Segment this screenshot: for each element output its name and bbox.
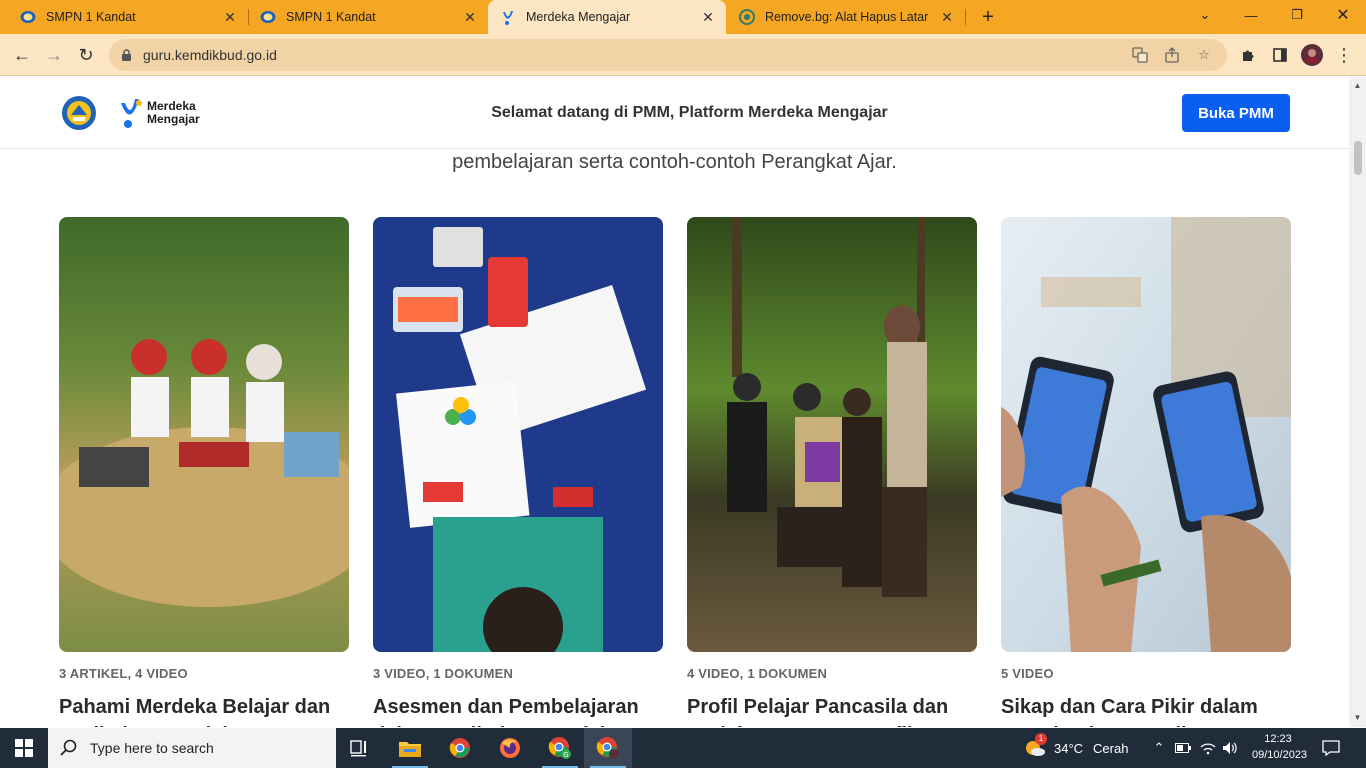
clock-time: 12:23: [1264, 733, 1292, 745]
tab-title: Remove.bg: Alat Hapus Latar: [765, 10, 929, 24]
card-photo-phones-app[interactable]: [1001, 217, 1291, 652]
card-photo-coloring-activity[interactable]: [373, 217, 663, 652]
tab-title: Merdeka Mengajar: [526, 10, 631, 24]
card-meta: 4 VIDEO, 1 DOKUMEN: [687, 666, 828, 681]
close-tab-icon[interactable]: ✕: [700, 9, 716, 25]
topic-card[interactable]: 3 ARTIKEL, 4 VIDEO Pahami Merdeka Belaja…: [59, 217, 349, 727]
restore-button[interactable]: ❐: [1274, 0, 1320, 30]
tab-title: SMPN 1 Kandat: [286, 10, 376, 24]
topic-card[interactable]: 5 VIDEO Sikap dan Cara Pikir dalam Mengi…: [1001, 217, 1291, 727]
windows-logo-icon: [15, 739, 33, 757]
scroll-down-arrow-icon[interactable]: ▼: [1349, 711, 1366, 725]
weather-notification-badge: 1: [1035, 733, 1047, 745]
notifications-icon[interactable]: [1322, 728, 1340, 768]
close-tab-icon[interactable]: ✕: [939, 9, 955, 25]
buka-pmm-button[interactable]: Buka PMM: [1182, 94, 1290, 132]
taskbar-search-box[interactable]: Type here to search: [48, 728, 336, 768]
card-title[interactable]: Pahami Merdeka Belajar dan Kurikulum Mer…: [59, 693, 349, 727]
browser-toolbar: ← → ↻ guru.kemdikbud.go.id ☆ ⋮: [0, 34, 1366, 76]
school-favicon-icon: [260, 9, 276, 25]
tab-search-chevron-down-icon[interactable]: ⌄: [1182, 0, 1228, 30]
browser-tab[interactable]: Remove.bg: Alat Hapus Latar ✕: [727, 0, 965, 34]
card-meta: 5 VIDEO: [1001, 666, 1054, 681]
browser-tab[interactable]: SMPN 1 Kandat ✕: [8, 0, 248, 34]
welcome-text: Selamat datang di PMM, Platform Merdeka …: [491, 104, 888, 121]
back-arrow-icon[interactable]: ←: [10, 43, 34, 67]
windows-start-button[interactable]: [0, 728, 48, 768]
card-meta: 3 ARTIKEL, 4 VIDEO: [59, 666, 188, 681]
profile-avatar[interactable]: [1300, 43, 1324, 67]
chrome-profile-avatar-icon[interactable]: [584, 728, 632, 768]
close-window-button[interactable]: ✕: [1320, 0, 1366, 30]
school-favicon-icon: [20, 9, 36, 25]
reload-icon[interactable]: ↻: [74, 43, 98, 67]
close-tab-icon[interactable]: ✕: [222, 9, 238, 25]
merdeka-mengajar-favicon-icon: [500, 9, 516, 25]
scrollbar-thumb[interactable]: [1354, 141, 1362, 175]
show-hidden-icons-chevron-up-icon[interactable]: ⌃: [1152, 728, 1166, 768]
chrome-icon[interactable]: [436, 728, 484, 768]
search-icon: [60, 739, 77, 756]
chrome-profile-g-icon[interactable]: G: [536, 728, 584, 768]
address-bar[interactable]: guru.kemdikbud.go.id ☆: [109, 39, 1227, 71]
browser-tab-strip: SMPN 1 Kandat ✕ SMPN 1 Kandat ✕ Merdeka …: [0, 0, 1366, 34]
tab-separator: [965, 9, 966, 25]
site-header: Merdeka Mengajar Selamat datang di PMM, …: [0, 77, 1349, 149]
side-panel-icon[interactable]: [1268, 43, 1292, 67]
topic-card[interactable]: 3 VIDEO, 1 DOKUMEN Asesmen dan Pembelaja…: [373, 217, 663, 727]
weather-temperature: 34°C: [1054, 740, 1084, 756]
file-explorer-icon[interactable]: [386, 728, 434, 768]
task-view-icon[interactable]: [336, 728, 384, 768]
menu-kebab-icon[interactable]: ⋮: [1332, 43, 1356, 67]
intro-text: pembelajaran serta contoh-contoh Perangk…: [452, 151, 897, 173]
taskbar-search-placeholder: Type here to search: [90, 740, 214, 756]
card-title[interactable]: Profil Pelajar Pancasila dan Projek Peng…: [687, 693, 977, 727]
wifi-icon[interactable]: [1200, 728, 1216, 768]
minimize-button[interactable]: —: [1228, 0, 1274, 30]
vertical-scrollbar[interactable]: ▲ ▼: [1349, 77, 1366, 727]
card-photo-outdoor-class[interactable]: [687, 217, 977, 652]
browser-tab[interactable]: SMPN 1 Kandat ✕: [248, 0, 488, 34]
volume-speaker-icon[interactable]: [1222, 728, 1238, 768]
clock-date: 09/10/2023: [1252, 749, 1308, 761]
lock-icon[interactable]: [121, 48, 135, 62]
web-page: pembelajaran serta contoh-contoh Perangk…: [0, 77, 1349, 727]
battery-icon[interactable]: [1175, 728, 1191, 768]
scroll-up-arrow-icon[interactable]: ▲: [1349, 79, 1366, 93]
extensions-puzzle-icon[interactable]: [1236, 43, 1260, 67]
firefox-icon[interactable]: [486, 728, 534, 768]
bookmark-star-icon[interactable]: ☆: [1195, 46, 1213, 64]
card-title[interactable]: Sikap dan Cara Pikir dalam Mengimplement…: [1001, 693, 1291, 727]
close-tab-icon[interactable]: ✕: [462, 9, 478, 25]
card-meta: 3 VIDEO, 1 DOKUMEN: [373, 666, 514, 681]
remove-bg-favicon-icon: [739, 9, 755, 25]
url-text: guru.kemdikbud.go.id: [143, 47, 277, 63]
card-photo-students-reading[interactable]: [59, 217, 349, 652]
windows-taskbar: Type here to search G 1 34°C Cerah ⌃ 12:…: [0, 728, 1366, 768]
topic-card[interactable]: 4 VIDEO, 1 DOKUMEN Profil Pelajar Pancas…: [687, 217, 977, 727]
forward-arrow-icon[interactable]: →: [42, 43, 66, 67]
translate-icon[interactable]: [1131, 46, 1149, 64]
weather-widget[interactable]: 1 34°C Cerah: [1024, 728, 1128, 768]
svg-text:G: G: [563, 751, 568, 759]
share-icon[interactable]: [1163, 46, 1181, 64]
taskbar-clock[interactable]: 12:23 09/10/2023: [1252, 731, 1308, 763]
weather-sun-cloud-icon: 1: [1024, 733, 1047, 759]
browser-tab-active[interactable]: Merdeka Mengajar ✕: [488, 0, 726, 34]
weather-condition: Cerah: [1093, 740, 1129, 756]
tab-title: SMPN 1 Kandat: [46, 10, 136, 24]
new-tab-button[interactable]: +: [976, 5, 1000, 29]
card-title[interactable]: Asesmen dan Pembelajaran dalam Kurikulum…: [373, 693, 663, 727]
